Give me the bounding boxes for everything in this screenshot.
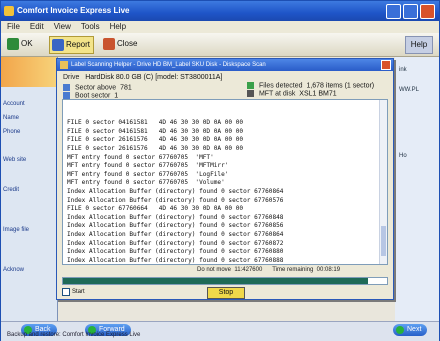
status-text: Backup and restore: Comfort Invoice Expr… bbox=[7, 332, 141, 338]
mft-label: MFT at disk bbox=[258, 90, 296, 98]
menu-edit[interactable]: Edit bbox=[30, 21, 44, 33]
stop-button[interactable]: Stop bbox=[207, 287, 245, 299]
right-fragment: ink bbox=[399, 67, 407, 73]
boot-icon bbox=[63, 92, 70, 99]
window-title-bar[interactable]: Comfort Invoice Express Live bbox=[1, 1, 439, 21]
window-title: Comfort Invoice Express Live bbox=[17, 6, 130, 15]
help-button[interactable]: Help bbox=[405, 36, 433, 54]
report-label: Report bbox=[66, 40, 91, 49]
log-line: Index Allocation Buffer (directory) foun… bbox=[67, 248, 284, 256]
sector-value: 781 bbox=[120, 84, 132, 92]
menu-help[interactable]: Help bbox=[110, 21, 126, 33]
dialog-app-icon bbox=[60, 61, 68, 69]
next-label: Next bbox=[407, 326, 422, 333]
close-window-icon[interactable] bbox=[420, 4, 435, 19]
log-line: MFT entry found 0 sector 67760705 'LogFi… bbox=[67, 170, 229, 178]
log-line: FILE 0 sector 67760664 4D 46 30 30 0D 0A… bbox=[67, 205, 244, 213]
start-checkbox-label: Start bbox=[72, 289, 85, 295]
log-line: MFT entry found 0 sector 67760705 'Volum… bbox=[67, 179, 225, 187]
log-line: Index Allocation Buffer (directory) foun… bbox=[67, 230, 284, 238]
mft-value: XSL1 BM71 bbox=[299, 90, 337, 98]
sidebar-item-image-file[interactable]: Image file bbox=[1, 227, 57, 234]
files-row: Files detected 1,678 items (1 sector) bbox=[247, 82, 374, 89]
elapsed-label: Do not move bbox=[197, 267, 232, 273]
sidebar-item-website[interactable]: Web site bbox=[1, 157, 57, 164]
dialog-title-bar[interactable]: Label Scanning Helper - Drive HD BM_Labe… bbox=[57, 59, 393, 71]
mft-row: MFT at disk XSL1 BM71 bbox=[247, 90, 337, 97]
log-line: Index Allocation Buffer (directory) foun… bbox=[67, 256, 284, 264]
log-line: MFT entry found 0 sector 67760705 'MFTMi… bbox=[67, 162, 229, 170]
log-line: FILE 0 sector 26161576 4D 46 30 30 0D 0A… bbox=[67, 136, 244, 144]
right-fragment: WW.PL bbox=[399, 87, 420, 93]
log-scroll-thumb[interactable] bbox=[381, 226, 386, 256]
log-scrollbar[interactable] bbox=[379, 100, 387, 264]
sidebar-item-account[interactable]: Account bbox=[1, 101, 57, 108]
drive-label: Drive bbox=[63, 74, 80, 81]
close-button[interactable]: Close bbox=[101, 36, 140, 52]
close-icon bbox=[103, 38, 115, 50]
next-button[interactable]: Next bbox=[393, 324, 428, 336]
report-icon bbox=[52, 39, 64, 51]
next-arrow-icon bbox=[396, 326, 404, 334]
disk-icon bbox=[247, 90, 254, 97]
dialog-close-icon[interactable] bbox=[381, 60, 391, 70]
ok-label: OK bbox=[21, 39, 33, 48]
log-line: FILE 0 sector 04161581 4D 46 30 30 0D 0A… bbox=[67, 127, 244, 135]
log-line: Index Allocation Buffer (directory) foun… bbox=[67, 213, 284, 221]
log-line: Index Allocation Buffer (directory) foun… bbox=[67, 187, 284, 195]
right-fragment: Ho bbox=[399, 153, 407, 159]
scan-progress-bar bbox=[62, 277, 388, 285]
sidebar-item-name[interactable]: Name bbox=[1, 115, 57, 122]
sidebar-header-banner bbox=[1, 57, 57, 87]
scan-dialog: Label Scanning Helper - Drive HD BM_Labe… bbox=[56, 58, 394, 300]
drive-row: Drive HardDisk 80.0 GB (C) [model: ST380… bbox=[63, 74, 222, 81]
menu-bar: File Edit View Tools Help bbox=[1, 21, 439, 33]
dialog-title: Label Scanning Helper - Drive HD BM_Labe… bbox=[71, 62, 266, 68]
bottom-nav-bar: Back Forward Next Backup and restore: Co… bbox=[1, 321, 439, 341]
log-line: Index Allocation Buffer (directory) foun… bbox=[67, 222, 284, 230]
sidebar-item-acknow[interactable]: Acknow bbox=[1, 267, 57, 274]
start-checkbox[interactable]: Start bbox=[62, 288, 85, 296]
scan-progress-fill bbox=[63, 278, 368, 284]
drive-value: HardDisk 80.0 GB (C) [model: ST3800011A] bbox=[85, 74, 223, 81]
sidebar: Account Name Phone Web site Credit Image… bbox=[1, 57, 58, 321]
sector-icon bbox=[63, 84, 70, 91]
files-value: 1,678 items (1 sector) bbox=[306, 82, 375, 90]
checkbox-box[interactable] bbox=[62, 288, 70, 296]
log-line: FILE 0 sector 04161581 4D 46 30 30 0D 0A… bbox=[67, 119, 244, 127]
files-label: Files detected bbox=[258, 82, 303, 90]
minimize-icon[interactable] bbox=[386, 4, 401, 19]
scan-log[interactable]: FILE 0 sector 04161581 4D 46 30 30 0D 0A… bbox=[62, 99, 388, 265]
app-icon bbox=[4, 6, 14, 16]
maximize-icon[interactable] bbox=[403, 4, 418, 19]
menu-file[interactable]: File bbox=[7, 21, 20, 33]
sector-row: Sector above 781 bbox=[63, 84, 132, 91]
remaining-value: 00:08:19 bbox=[316, 267, 341, 273]
menu-view[interactable]: View bbox=[54, 21, 71, 33]
log-line: Index Allocation Buffer (directory) foun… bbox=[67, 196, 284, 204]
files-icon bbox=[247, 82, 254, 89]
elapsed-row: Do not move 11:427600 Time remaining 00:… bbox=[197, 267, 340, 273]
log-line: MFT entry found 0 sector 67760705 'MFT' bbox=[67, 153, 214, 161]
log-line: Index Allocation Buffer (directory) foun… bbox=[67, 239, 284, 247]
sidebar-item-credit[interactable]: Credit bbox=[1, 187, 57, 194]
caption-buttons bbox=[386, 4, 435, 19]
menu-tools[interactable]: Tools bbox=[81, 21, 100, 33]
ok-button[interactable]: OK bbox=[5, 36, 36, 52]
log-line: FILE 0 sector 26161576 4D 46 30 30 0D 0A… bbox=[67, 144, 244, 152]
toolbar: OK Report Close Help bbox=[1, 33, 439, 57]
report-button[interactable]: Report bbox=[49, 36, 95, 54]
sector-label: Sector above bbox=[74, 84, 117, 92]
close-label: Close bbox=[117, 39, 138, 48]
check-icon bbox=[7, 38, 19, 50]
elapsed-value: 11:427600 bbox=[234, 267, 263, 273]
remaining-label: Time remaining bbox=[272, 267, 314, 273]
sidebar-item-phone[interactable]: Phone bbox=[1, 129, 57, 136]
right-panel: ink WW.PL Ho bbox=[395, 57, 439, 321]
